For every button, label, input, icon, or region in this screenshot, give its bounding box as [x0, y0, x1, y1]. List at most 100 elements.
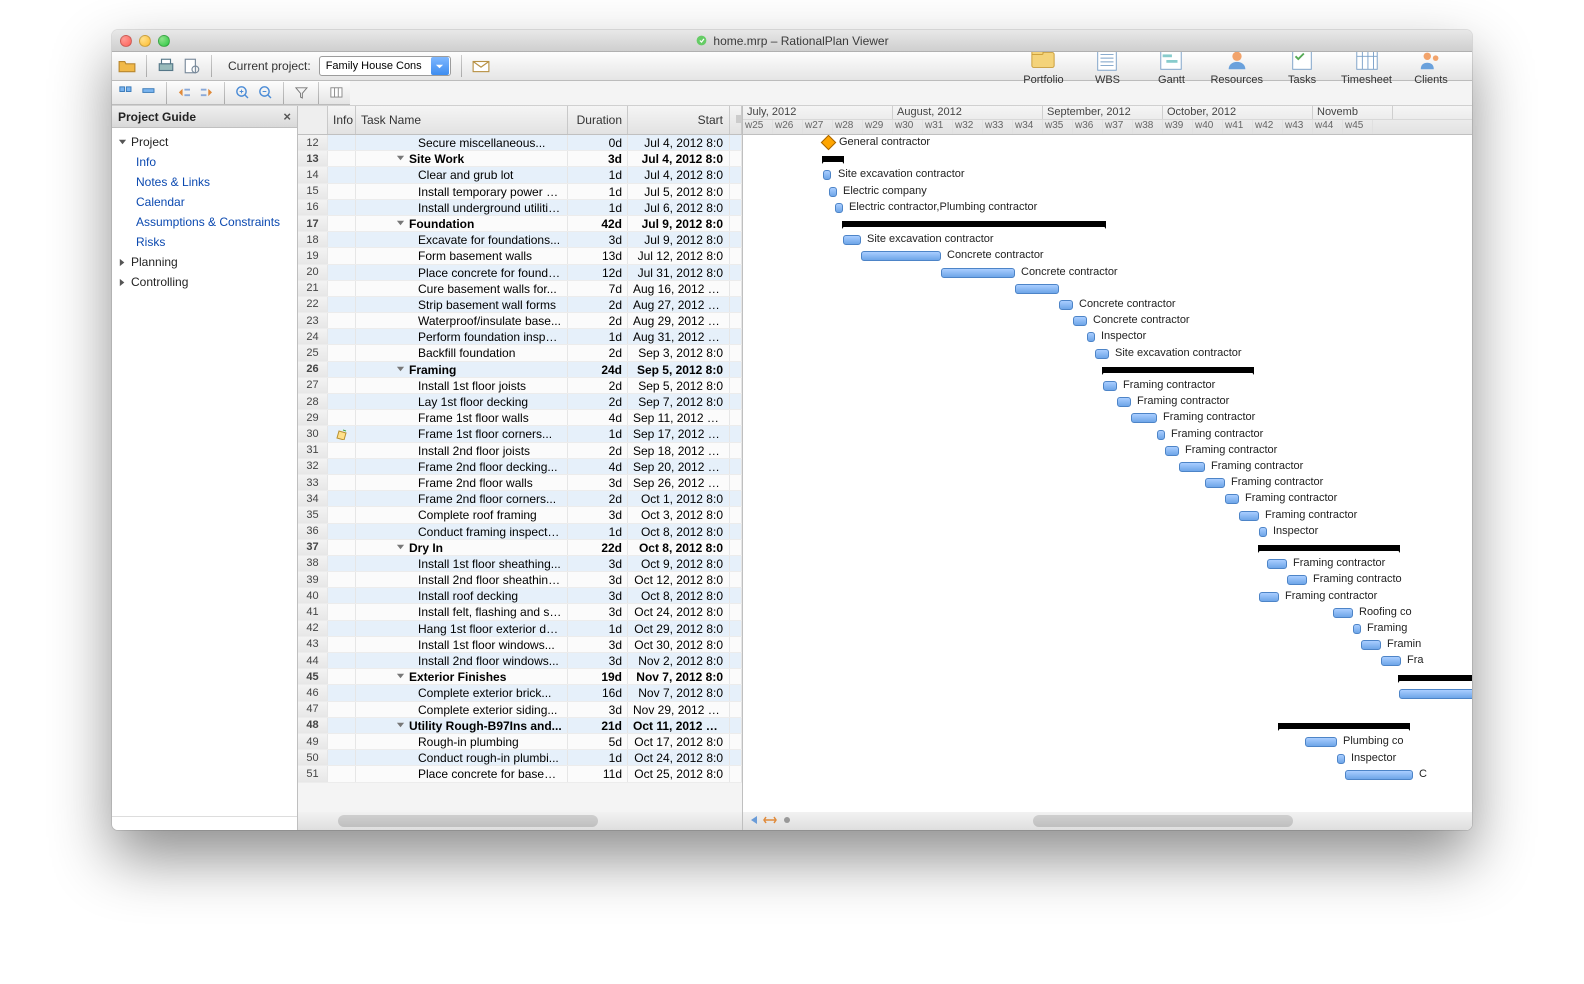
task-bar[interactable]	[1157, 430, 1165, 440]
start-cell[interactable]: Aug 27, 2012 8:0	[628, 297, 730, 312]
start-cell[interactable]: Aug 31, 2012 8:0	[628, 329, 730, 344]
duration-cell[interactable]: 1d	[568, 750, 628, 765]
task-name-cell[interactable]: Install 2nd floor sheathing...	[356, 572, 568, 587]
table-row[interactable]: 12Secure miscellaneous...0dJul 4, 2012 8…	[298, 135, 742, 151]
view-button-resources[interactable]: Resources	[1210, 47, 1263, 86]
duration-cell[interactable]: 3d	[568, 572, 628, 587]
duration-cell[interactable]: 3d	[568, 653, 628, 668]
table-row[interactable]: 16Install underground utilitie...1dJul 6…	[298, 200, 742, 216]
task-name-cell[interactable]: Install 2nd floor joists	[356, 443, 568, 458]
table-row[interactable]: 48Utility Rough-B97Ins and...21dOct 11, …	[298, 718, 742, 734]
task-bar[interactable]	[1259, 527, 1267, 537]
table-row[interactable]: 41Install felt, flashing and sh...3dOct …	[298, 604, 742, 620]
collapse-all-icon[interactable]	[141, 84, 156, 102]
task-name-cell[interactable]: Install 1st floor sheathing...	[356, 556, 568, 571]
start-cell[interactable]: Sep 3, 2012 8:0	[628, 345, 730, 360]
col-info[interactable]: Info	[328, 106, 356, 134]
table-row[interactable]: 38Install 1st floor sheathing...3dOct 9,…	[298, 556, 742, 572]
task-bar[interactable]	[1117, 397, 1131, 407]
start-cell[interactable]: Sep 20, 2012 8:0	[628, 459, 730, 474]
tree-leaf[interactable]: Assumptions & Constraints	[112, 212, 297, 232]
task-name-cell[interactable]: Place concrete for founda...	[356, 265, 568, 280]
col-task[interactable]: Task Name	[356, 106, 568, 134]
titlebar[interactable]: home.mrp – RationalPlan Viewer	[112, 30, 1472, 52]
table-row[interactable]: 14Clear and grub lot1dJul 4, 2012 8:0	[298, 167, 742, 183]
summary-bar[interactable]	[1279, 723, 1409, 729]
duration-cell[interactable]: 3d	[568, 507, 628, 522]
current-project-combo[interactable]: Family House Cons	[319, 56, 451, 76]
duration-cell[interactable]: 2d	[568, 345, 628, 360]
gantt-chart[interactable]: July, 2012August, 2012September, 2012Oct…	[743, 106, 1472, 830]
duration-cell[interactable]: 2d	[568, 491, 628, 506]
task-bar[interactable]	[1353, 624, 1361, 634]
col-duration[interactable]: Duration	[568, 106, 628, 134]
summary-bar[interactable]	[1259, 545, 1399, 551]
task-name-cell[interactable]: Exterior Finishes	[356, 669, 568, 684]
tree-leaf[interactable]: Notes & Links	[112, 172, 297, 192]
tree-leaf[interactable]: Calendar	[112, 192, 297, 212]
task-bar[interactable]	[1131, 413, 1157, 423]
task-name-cell[interactable]: Frame 2nd floor walls	[356, 475, 568, 490]
task-bar[interactable]	[823, 170, 831, 180]
start-cell[interactable]: Oct 29, 2012 8:0	[628, 621, 730, 636]
task-name-cell[interactable]: Framing	[356, 362, 568, 377]
table-row[interactable]: 22Strip basement wall forms2dAug 27, 201…	[298, 297, 742, 313]
col-extra[interactable]	[730, 106, 742, 134]
milestone[interactable]	[821, 135, 837, 150]
task-bar[interactable]	[1087, 332, 1095, 342]
start-cell[interactable]: Nov 7, 2012 8:0	[628, 669, 730, 684]
start-cell[interactable]: Jul 9, 2012 8:0	[628, 232, 730, 247]
task-name-cell[interactable]: Hang 1st floor exterior do...	[356, 621, 568, 636]
start-cell[interactable]: Oct 25, 2012 8:0	[628, 766, 730, 781]
horizontal-scrollbar[interactable]	[338, 815, 598, 827]
table-row[interactable]: 15Install temporary power s...1dJul 5, 2…	[298, 184, 742, 200]
task-bar[interactable]	[1287, 575, 1307, 585]
table-row[interactable]: 43Install 1st floor windows...3dOct 30, …	[298, 637, 742, 653]
start-cell[interactable]: Oct 11, 2012 8:0	[628, 718, 730, 733]
task-bar[interactable]	[835, 203, 843, 213]
task-name-cell[interactable]: Foundation	[356, 216, 568, 231]
task-name-cell[interactable]: Install 1st floor joists	[356, 378, 568, 393]
duration-cell[interactable]: 16d	[568, 685, 628, 700]
task-name-cell[interactable]: Install roof decking	[356, 588, 568, 603]
task-name-cell[interactable]: Frame 1st floor corners...	[356, 426, 568, 441]
view-button-wbs[interactable]: WBS	[1082, 47, 1132, 86]
disclosure-icon[interactable]	[396, 670, 405, 684]
start-cell[interactable]: Jul 4, 2012 8:0	[628, 135, 730, 150]
task-name-cell[interactable]: Install underground utilitie...	[356, 200, 568, 215]
duration-cell[interactable]: 1d	[568, 329, 628, 344]
table-row[interactable]: 25Backfill foundation2dSep 3, 2012 8:0	[298, 345, 742, 361]
task-name-cell[interactable]: Perform foundation inspe...	[356, 329, 568, 344]
duration-cell[interactable]: 42d	[568, 216, 628, 231]
duration-cell[interactable]: 2d	[568, 313, 628, 328]
table-row[interactable]: 31Install 2nd floor joists2dSep 18, 2012…	[298, 443, 742, 459]
goto-today-icon[interactable]	[763, 814, 777, 829]
start-cell[interactable]: Oct 17, 2012 8:0	[628, 734, 730, 749]
zoom-out-icon[interactable]	[258, 84, 273, 102]
disclosure-icon[interactable]	[396, 719, 405, 733]
start-cell[interactable]: Oct 3, 2012 8:0	[628, 507, 730, 522]
task-name-cell[interactable]: Waterproof/insulate base...	[356, 313, 568, 328]
table-row[interactable]: 42Hang 1st floor exterior do...1dOct 29,…	[298, 621, 742, 637]
start-cell[interactable]: Sep 11, 2012 8:0	[628, 410, 730, 425]
duration-cell[interactable]: 2d	[568, 297, 628, 312]
start-cell[interactable]: Jul 6, 2012 8:0	[628, 200, 730, 215]
task-name-cell[interactable]: Install temporary power s...	[356, 184, 568, 199]
start-cell[interactable]: Jul 4, 2012 8:0	[628, 167, 730, 182]
duration-cell[interactable]: 1d	[568, 524, 628, 539]
task-name-cell[interactable]: Complete exterior siding...	[356, 702, 568, 717]
task-name-cell[interactable]: Dry In	[356, 540, 568, 555]
duration-cell[interactable]: 4d	[568, 410, 628, 425]
duration-cell[interactable]: 3d	[568, 475, 628, 490]
task-name-cell[interactable]: Site Work	[356, 151, 568, 166]
task-name-cell[interactable]: Rough-in plumbing	[356, 734, 568, 749]
disclosure-icon[interactable]	[396, 217, 405, 231]
task-bar[interactable]	[1305, 737, 1337, 747]
goto-selection-icon[interactable]	[781, 814, 793, 829]
zoom-in-icon[interactable]	[235, 84, 250, 102]
summary-bar[interactable]	[1103, 367, 1253, 373]
col-number[interactable]	[298, 106, 328, 134]
table-row[interactable]: 28Lay 1st floor decking2dSep 7, 2012 8:0	[298, 394, 742, 410]
table-row[interactable]: 46Complete exterior brick...16dNov 7, 20…	[298, 685, 742, 701]
table-row[interactable]: 44Install 2nd floor windows...3dNov 2, 2…	[298, 653, 742, 669]
